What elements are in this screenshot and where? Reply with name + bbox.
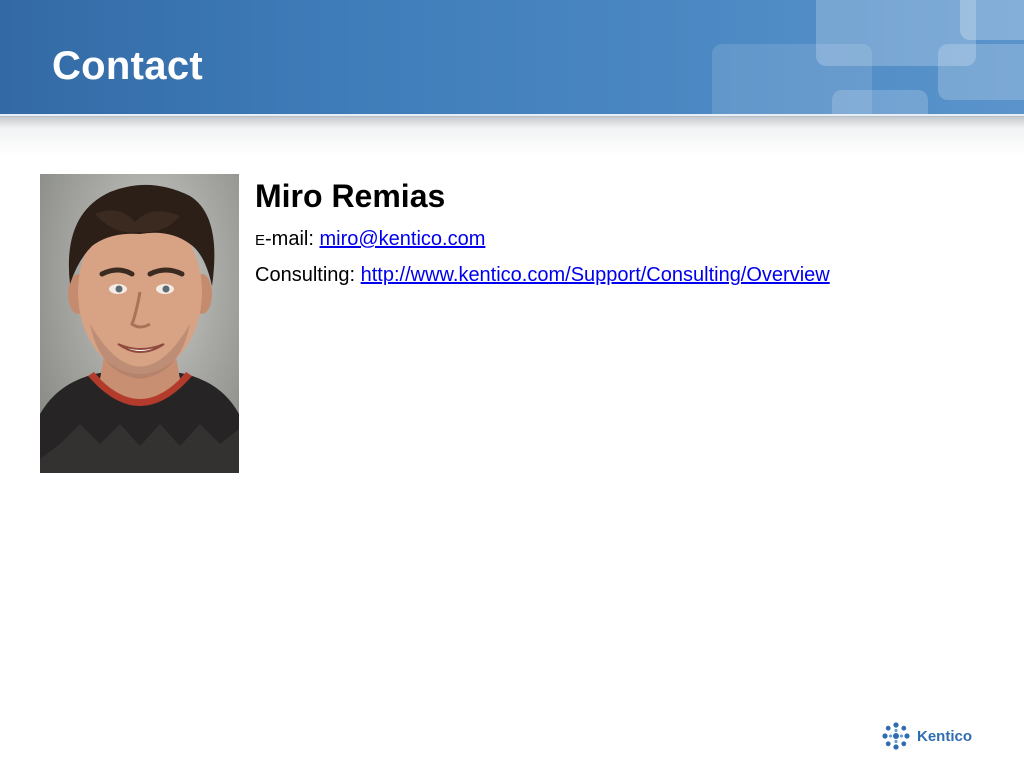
kentico-logo-icon: [882, 722, 910, 750]
consulting-line: Consulting: http://www.kentico.com/Suppo…: [255, 262, 995, 288]
email-link[interactable]: miro@kentico.com: [319, 228, 485, 250]
header-decoration: [960, 0, 1024, 40]
header-decoration: [832, 90, 928, 116]
header-shadow: [0, 116, 1024, 156]
consulting-link[interactable]: http://www.kentico.com/Support/Consultin…: [361, 264, 830, 286]
profile-photo: [40, 174, 239, 473]
logo-text: Kentico: [917, 727, 973, 745]
contact-details: Miro Remias E-mail: miro@kentico.com Con…: [255, 176, 995, 288]
slide-title: Contact: [52, 44, 203, 88]
header-decoration: [938, 44, 1024, 100]
slide: Contact Miro Remias E-mail: miro@kentico…: [0, 0, 1024, 768]
consulting-label: Consulting:: [255, 264, 356, 286]
person-portrait-icon: [40, 184, 239, 473]
contact-name: Miro Remias: [255, 178, 446, 214]
slide-header: Contact: [0, 0, 1024, 116]
email-label-prefix: E: [255, 232, 266, 249]
email-label: -mail:: [265, 228, 314, 250]
email-line: E-mail: miro@kentico.com: [255, 226, 995, 254]
kentico-logo: Kentico: [880, 718, 972, 754]
